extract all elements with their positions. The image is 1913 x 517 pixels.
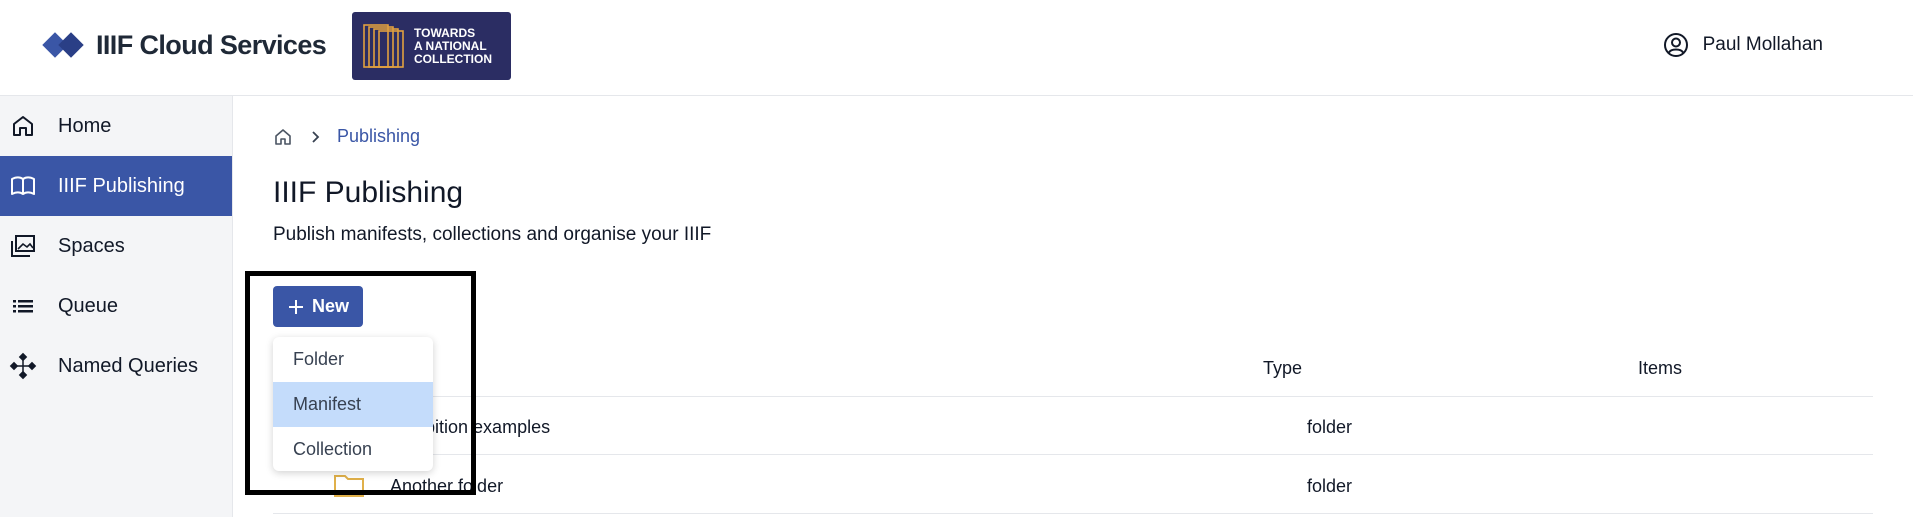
breadcrumb-current[interactable]: Publishing: [337, 126, 420, 147]
menu-item-folder[interactable]: Folder: [273, 337, 433, 382]
user-name: Paul Mollahan: [1702, 34, 1823, 55]
menu-item-manifest[interactable]: Manifest: [273, 382, 433, 427]
book-open-icon: [9, 172, 37, 200]
sidebar-item-queue[interactable]: Queue: [0, 276, 232, 336]
diamond-nodes-icon: [9, 352, 37, 380]
partner-logo: TOWARDS A NATIONAL COLLECTION: [352, 12, 511, 80]
sidebar-item-named-queries[interactable]: Named Queries: [0, 336, 232, 396]
menu-item-collection[interactable]: Collection: [273, 427, 433, 471]
list-icon: [9, 292, 37, 320]
sidebar-item-home[interactable]: Home: [0, 96, 232, 156]
brand[interactable]: IIIF Cloud Services: [42, 26, 327, 64]
breadcrumb: Publishing: [273, 126, 420, 147]
iiif-logo-icon: [42, 32, 84, 58]
sidebar-item-spaces[interactable]: Spaces: [0, 216, 232, 276]
new-dropdown-menu: Folder Manifest Collection: [273, 337, 433, 471]
new-button-label: New: [311, 296, 349, 316]
sidebar-item-iiif-publishing[interactable]: IIIF Publishing: [0, 156, 232, 216]
row-name[interactable]: Another folder: [390, 476, 503, 497]
frames-icon: [363, 24, 404, 68]
brand-name: IIIF Cloud Services: [96, 29, 327, 60]
main-content: Publishing IIIF Publishing Publish manif…: [233, 96, 1913, 517]
user-circle-icon: [1663, 33, 1688, 57]
home-icon: [9, 112, 37, 140]
page-subtitle: Publish manifests, collections and organ…: [273, 224, 712, 245]
row-type: folder: [1307, 476, 1353, 496]
chevron-right-icon: [312, 130, 320, 143]
row-type: folder: [1307, 417, 1353, 437]
column-header-type[interactable]: Type: [1263, 358, 1302, 379]
user-menu[interactable]: Paul Mollahan: [1663, 32, 1823, 58]
new-button[interactable]: New: [273, 286, 363, 327]
plus-icon: [288, 299, 303, 314]
sidebar: Home IIIF Publishing Spaces Queue Named …: [0, 96, 233, 517]
home-icon[interactable]: [273, 127, 293, 147]
table-row[interactable]: Another folder folder: [273, 456, 1873, 514]
page-title: IIIF Publishing: [273, 176, 464, 209]
column-header-items[interactable]: Items: [1638, 358, 1682, 379]
images-stack-icon: [9, 232, 37, 260]
folder-icon: [334, 475, 364, 497]
top-header: IIIF Cloud Services TOWARDS A NATIONAL C…: [0, 0, 1913, 96]
partner-logo-text: TOWARDS A NATIONAL COLLECTION: [414, 25, 492, 66]
table-row[interactable]: Exhibition examples folder: [273, 397, 1873, 455]
